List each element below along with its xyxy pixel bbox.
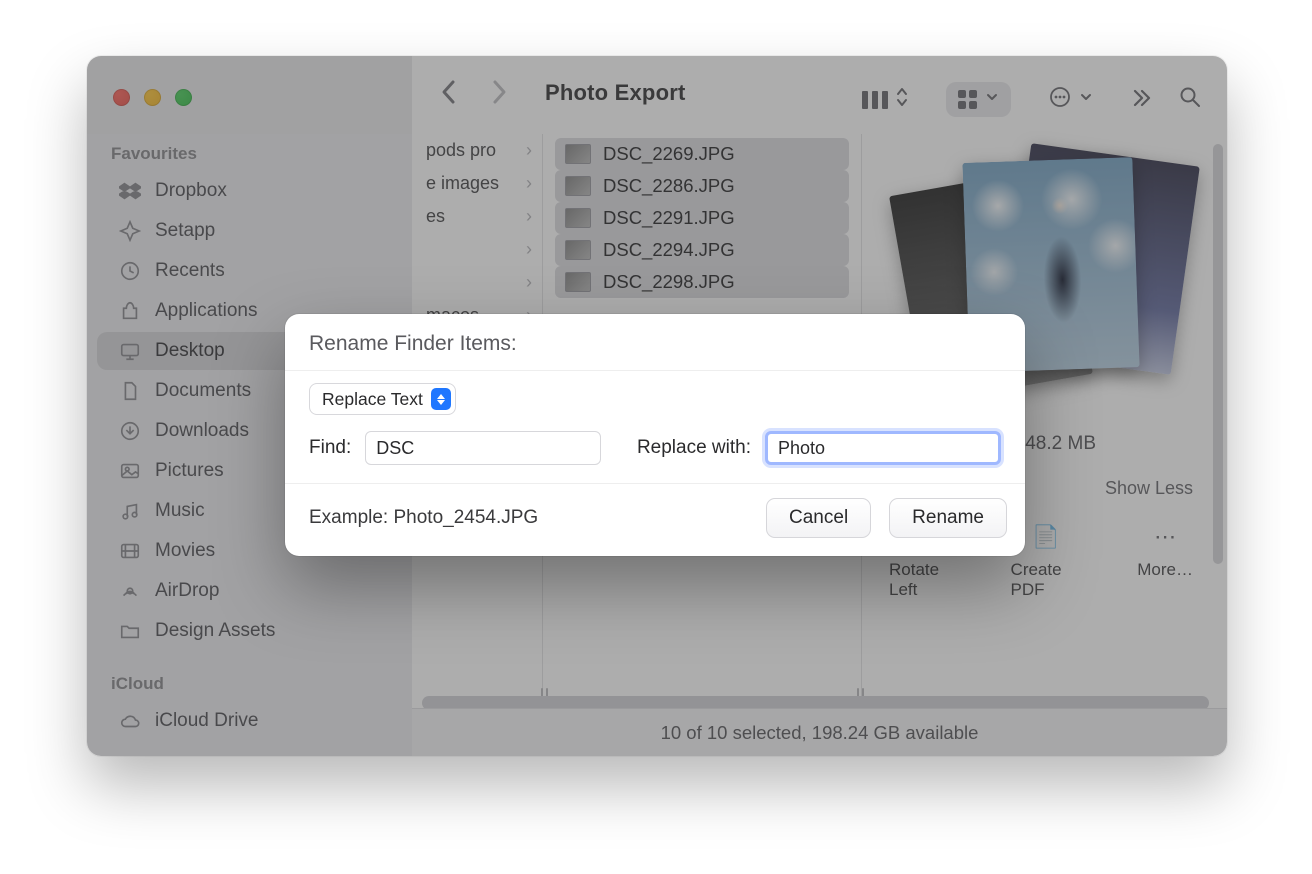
sidebar-item-label: Dropbox — [155, 180, 227, 202]
downloads-icon — [119, 420, 141, 442]
toolbar-overflow-button[interactable] — [1131, 86, 1153, 113]
sidebar-item-label: Applications — [155, 300, 257, 322]
apps-icon — [119, 300, 141, 322]
search-button[interactable] — [1179, 86, 1201, 113]
replace-with-input[interactable] — [765, 431, 1001, 465]
file-row[interactable]: DSC_2286.JPG — [555, 170, 849, 202]
file-row[interactable]: DSC_2291.JPG — [555, 202, 849, 234]
rename-mode-select[interactable]: Replace Text — [309, 383, 456, 415]
ellipsis-circle-icon — [1049, 86, 1071, 113]
file-thumbnail — [565, 144, 591, 164]
forward-button[interactable] — [489, 78, 509, 111]
file-thumbnail — [565, 208, 591, 228]
action-menu-button[interactable] — [1037, 78, 1105, 121]
sidebar-item-dropbox[interactable]: Dropbox — [97, 172, 402, 210]
window-title: Photo Export — [545, 80, 686, 106]
file-row[interactable]: DSC_2294.JPG — [555, 234, 849, 266]
view-columns-button[interactable] — [850, 78, 920, 121]
sidebar-item-label: Movies — [155, 540, 215, 562]
setapp-icon — [119, 220, 141, 242]
sidebar-item-label: Music — [155, 500, 205, 522]
fullscreen-window-button[interactable] — [175, 89, 192, 106]
file-row[interactable]: DSC_2298.JPG — [555, 266, 849, 298]
show-less-button[interactable]: Show Less — [1105, 478, 1193, 499]
sidebar-item-label: Downloads — [155, 420, 249, 442]
document-icon: 📄 — [1032, 524, 1059, 550]
documents-icon — [119, 380, 141, 402]
sidebar-section-title: Favourites — [87, 134, 412, 170]
sidebar-section-title: iCloud — [87, 664, 412, 700]
find-label: Find: — [309, 437, 351, 459]
sidebar-item-label: Recents — [155, 260, 225, 282]
chevron-right-icon: › — [526, 239, 532, 260]
sidebar-item-label: Pictures — [155, 460, 224, 482]
cancel-button[interactable]: Cancel — [766, 498, 871, 538]
chevron-down-icon — [1079, 90, 1093, 109]
file-name: DSC_2269.JPG — [603, 143, 735, 165]
airdrop-icon — [119, 580, 141, 602]
quick-action-more[interactable]: ⋯More… — [1137, 524, 1193, 600]
minimize-window-button[interactable] — [144, 89, 161, 106]
vertical-scrollbar[interactable] — [1213, 144, 1223, 564]
movies-icon — [119, 540, 141, 562]
desktop-icon — [119, 340, 141, 362]
dropbox-icon — [119, 180, 141, 202]
view-grid-button[interactable] — [946, 82, 1011, 117]
sidebar-item-recents[interactable]: Recents — [97, 252, 402, 290]
file-name: DSC_2294.JPG — [603, 239, 735, 261]
chevron-down-icon — [985, 90, 999, 109]
window-controls — [113, 89, 192, 106]
sidebar-item-design-assets[interactable]: Design Assets — [97, 612, 402, 650]
close-window-button[interactable] — [113, 89, 130, 106]
file-thumbnail — [565, 240, 591, 260]
folder-icon — [119, 620, 141, 642]
chevron-updown-icon — [896, 86, 908, 113]
folder-row[interactable]: e images› — [412, 167, 542, 200]
sidebar-item-setapp[interactable]: Setapp — [97, 212, 402, 250]
folder-row[interactable]: es› — [412, 200, 542, 233]
sidebar-item-icloud-drive[interactable]: iCloud Drive — [97, 702, 402, 740]
chevron-right-icon: › — [526, 272, 532, 293]
back-button[interactable] — [439, 78, 459, 111]
sidebar-item-label: iCloud Drive — [155, 710, 258, 732]
folder-row[interactable]: › — [412, 266, 542, 299]
folder-row[interactable]: › — [412, 233, 542, 266]
ellipsis-icon: ⋯ — [1154, 524, 1176, 550]
sidebar-item-label: Desktop — [155, 340, 225, 362]
columns-icon — [862, 91, 888, 109]
example-text: Example: Photo_2454.JPG — [309, 507, 538, 529]
status-bar: 10 of 10 selected, 198.24 GB available — [412, 708, 1227, 756]
toolbar: Photo Export — [87, 56, 1227, 134]
dialog-title: Rename Finder Items: — [285, 314, 1025, 371]
file-thumbnail — [565, 272, 591, 292]
rename-button[interactable]: Rename — [889, 498, 1007, 538]
file-name: DSC_2298.JPG — [603, 271, 735, 293]
sidebar-item-label: Setapp — [155, 220, 215, 242]
pictures-icon — [119, 460, 141, 482]
sidebar-item-label: AirDrop — [155, 580, 219, 602]
sidebar-item-label: Documents — [155, 380, 251, 402]
icloud-icon — [119, 710, 141, 732]
sidebar-item-airdrop[interactable]: AirDrop — [97, 572, 402, 610]
chevron-right-icon: › — [526, 206, 532, 227]
find-input[interactable] — [365, 431, 601, 465]
recents-icon — [119, 260, 141, 282]
sidebar-item-label: Design Assets — [155, 620, 275, 642]
chevron-right-icon: › — [526, 173, 532, 194]
grid-icon — [958, 90, 977, 109]
rename-mode-label: Replace Text — [322, 389, 423, 410]
select-caret-icon — [431, 388, 451, 410]
file-thumbnail — [565, 176, 591, 196]
rename-dialog: Rename Finder Items: Replace Text Find: … — [285, 314, 1025, 556]
replace-with-label: Replace with: — [637, 437, 751, 459]
nav-arrows — [439, 78, 509, 111]
file-row[interactable]: DSC_2269.JPG — [555, 138, 849, 170]
file-name: DSC_2291.JPG — [603, 207, 735, 229]
folder-row[interactable]: pods pro› — [412, 134, 542, 167]
chevron-right-icon: › — [526, 140, 532, 161]
music-icon — [119, 500, 141, 522]
file-name: DSC_2286.JPG — [603, 175, 735, 197]
